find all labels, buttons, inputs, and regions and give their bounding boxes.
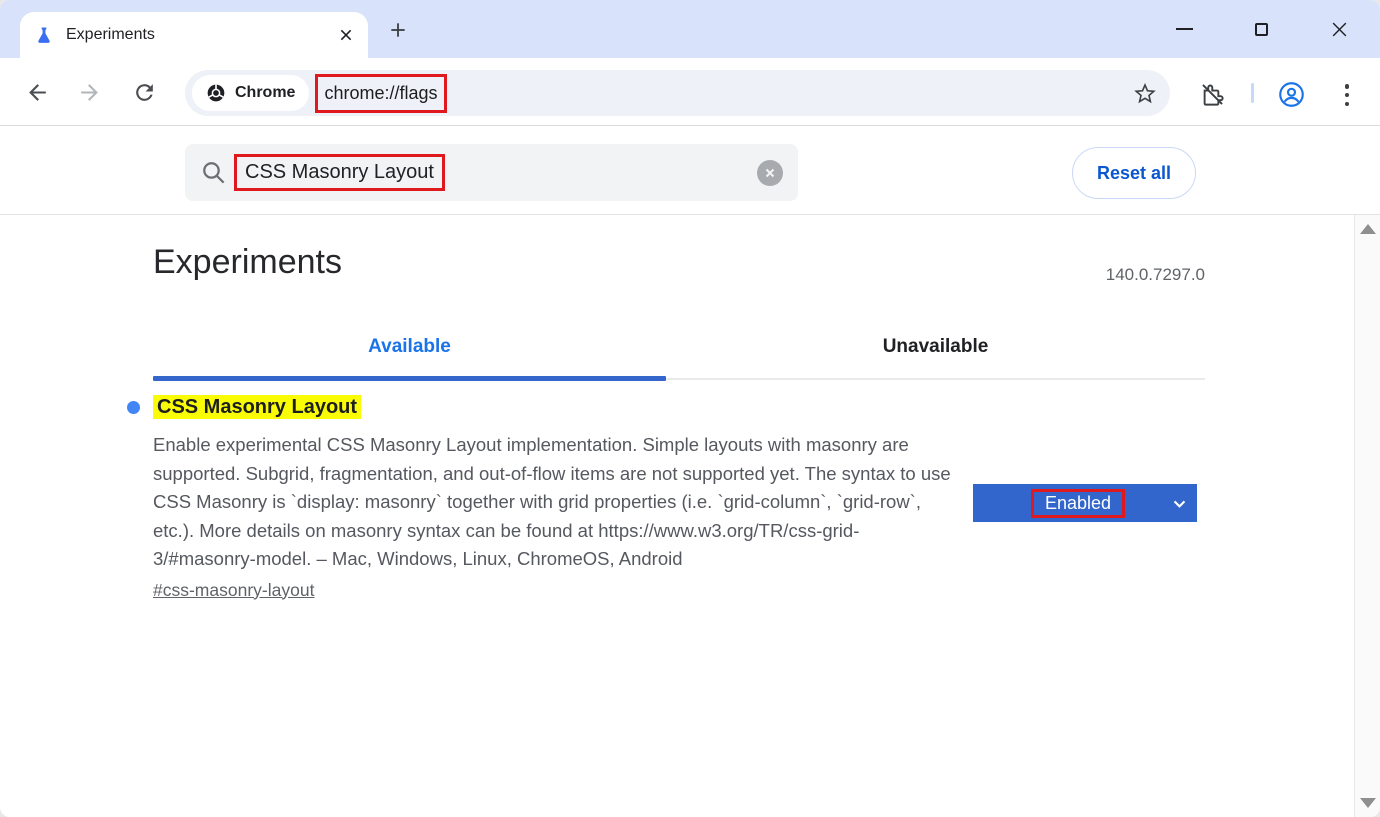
browser-menu-button[interactable] (1340, 82, 1354, 108)
close-window-button[interactable] (1316, 6, 1362, 52)
url-text[interactable]: chrome://flags (324, 83, 437, 103)
flag-selected-value: Enabled (1045, 493, 1111, 513)
flags-page-content: Experiments 140.0.7297.0 Available Unava… (0, 215, 1380, 817)
tab-available[interactable]: Available (153, 336, 666, 358)
tab-experiments[interactable]: Experiments (20, 12, 368, 58)
flag-value-dropdown[interactable]: Enabled (973, 484, 1197, 522)
browser-window: Experiments (0, 0, 1380, 817)
maximize-icon (1255, 23, 1268, 36)
toolbar-divider (1251, 83, 1254, 103)
tab-title: Experiments (66, 26, 155, 44)
page-title: Experiments (153, 243, 342, 282)
search-icon (200, 159, 227, 186)
star-icon (1133, 81, 1157, 105)
flask-icon (34, 25, 54, 45)
tab-close-icon[interactable] (338, 27, 354, 43)
search-input-value[interactable]: CSS Masonry Layout (245, 161, 434, 183)
window-controls (1146, 0, 1378, 58)
scroll-up-arrow-icon[interactable] (1360, 224, 1376, 234)
maximize-button[interactable] (1239, 6, 1285, 52)
chrome-version: 140.0.7297.0 (1106, 265, 1205, 285)
flag-permalink[interactable]: #css-masonry-layout (153, 580, 314, 601)
flag-entry: Enable experimental CSS Masonry Layout i… (153, 431, 953, 601)
new-tab-button[interactable] (382, 14, 414, 46)
chrome-badge-label: Chrome (235, 84, 295, 102)
close-icon (1330, 20, 1349, 39)
minimize-button[interactable] (1162, 6, 1208, 52)
profile-icon (1278, 81, 1305, 108)
tab-strip: Experiments (0, 0, 1380, 58)
flag-modified-dot (127, 401, 140, 414)
back-arrow-icon (25, 80, 50, 105)
chrome-badge: Chrome (192, 75, 309, 111)
omnibox[interactable]: Chrome chrome://flags (185, 70, 1170, 116)
extensions-off-icon (1199, 81, 1226, 108)
browser-toolbar: Chrome chrome://flags (0, 58, 1380, 126)
flag-description: Enable experimental CSS Masonry Layout i… (153, 431, 953, 574)
chrome-logo-icon (206, 83, 226, 103)
active-tab-underline (153, 376, 666, 381)
url-annotation-box: chrome://flags (315, 74, 446, 113)
bookmark-star-button[interactable] (1133, 81, 1157, 105)
flags-search-header: CSS Masonry Layout Reset all (0, 126, 1380, 215)
extensions-off-button[interactable] (1199, 81, 1226, 113)
scroll-down-arrow-icon[interactable] (1360, 798, 1376, 808)
reload-button[interactable] (131, 79, 157, 105)
tab-unavailable[interactable]: Unavailable (666, 336, 1205, 358)
search-annotation-box: CSS Masonry Layout (234, 154, 445, 191)
clear-search-button[interactable] (757, 160, 783, 186)
flags-search-box[interactable]: CSS Masonry Layout (185, 144, 798, 201)
profile-button[interactable] (1278, 81, 1305, 113)
reload-icon (132, 80, 157, 105)
enabled-annotation-box: Enabled (1031, 489, 1125, 518)
flag-name: CSS Masonry Layout (153, 395, 361, 419)
chevron-down-icon (1171, 495, 1188, 512)
reset-all-button[interactable]: Reset all (1072, 147, 1196, 199)
tab-divider-line (666, 378, 1205, 380)
minimize-icon (1176, 28, 1193, 30)
page-scrollbar[interactable] (1354, 215, 1380, 817)
forward-arrow-icon (77, 80, 102, 105)
clear-icon (764, 167, 776, 179)
back-button[interactable] (24, 79, 50, 105)
forward-button[interactable] (76, 79, 102, 105)
